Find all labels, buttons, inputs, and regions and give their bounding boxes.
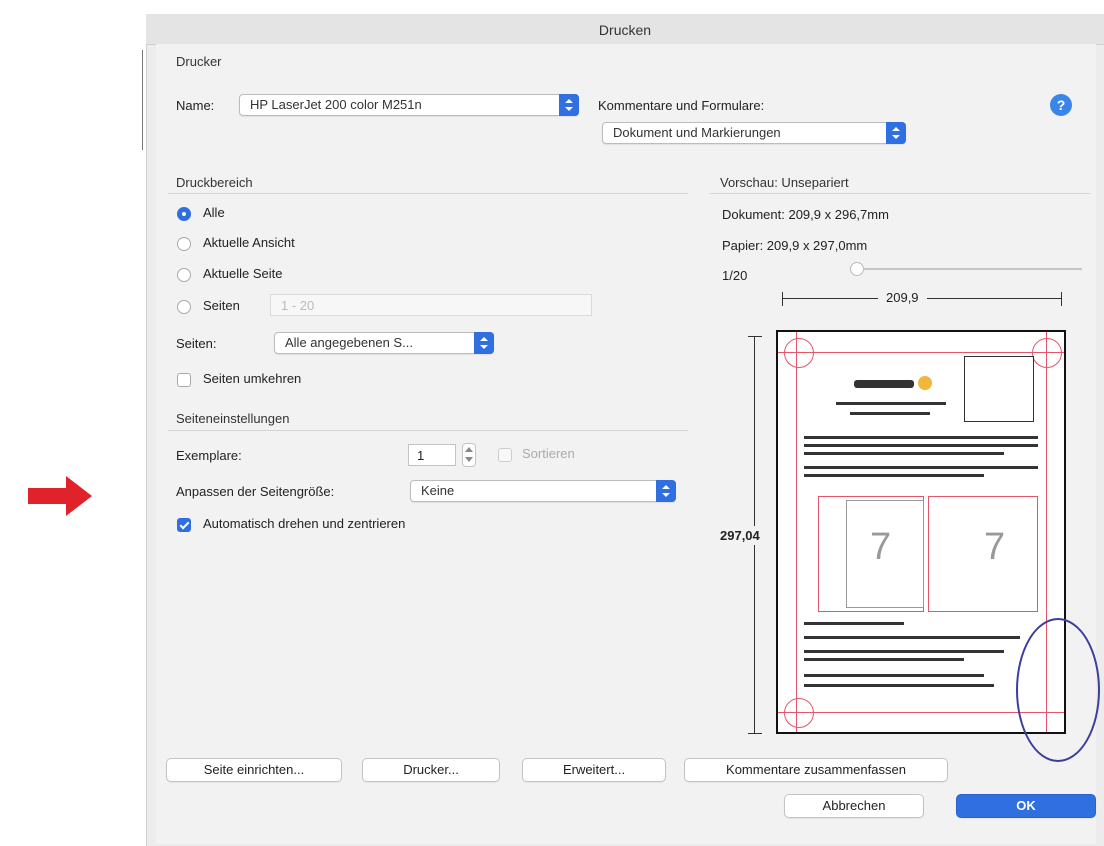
radio-current-page[interactable] [177,268,191,282]
pages-range-value: 1 - 20 [281,298,315,313]
title-bar: Drucken [146,14,1104,45]
logo-box [964,356,1034,422]
text-line [850,412,930,415]
autorotate-label: Automatisch drehen und zentrieren [203,516,406,531]
comments-forms-popup[interactable]: Dokument und Markierungen [602,122,906,144]
radio-pages[interactable] [177,300,191,314]
copies-input[interactable]: 1 [408,444,456,466]
radio-current-view[interactable] [177,237,191,251]
text-line [804,658,964,661]
page-number-left: 7 [870,526,892,568]
ok-button[interactable]: OK [956,794,1096,818]
text-line [804,684,994,687]
page-setup-title: Seiteneinstellungen [176,411,290,426]
corner-mark-icon [784,338,814,368]
print-range-title: Druckbereich [176,175,253,190]
radio-current-page-label: Aktuelle Seite [203,266,283,281]
comments-forms-label: Kommentare und Formulare: [598,98,765,113]
page-preview: 7 7 [776,330,1100,762]
document-size: Dokument: 209,9 x 296,7mm [722,207,889,222]
page-slider-thumb[interactable] [850,262,864,276]
reverse-pages-label: Seiten umkehren [203,371,302,386]
summarize-comments-button[interactable]: Kommentare zusammenfassen [684,758,948,782]
cancel-button[interactable]: Abbrechen [784,794,924,818]
decor-arc [1016,618,1100,762]
page-subset-popup[interactable]: Alle angegebenen S... [274,332,494,354]
card-right [928,496,1038,612]
radio-pages-label: Seiten [203,298,240,313]
text-line [804,452,1004,455]
printer-name-popup[interactable]: HP LaserJet 200 color M251n [239,94,579,116]
reverse-pages-checkbox[interactable] [177,373,191,387]
page-indicator: 1/20 [722,268,748,283]
heading-scribble [854,380,914,388]
width-dim-right-tick [1061,292,1062,306]
printer-section-title: Drucker [176,54,222,69]
scaling-value: Keine [421,483,455,498]
height-dimension-label: 297,04 [720,526,760,545]
width-dimension-label: 209,9 [878,290,927,305]
text-line [804,650,1004,653]
page-subset-value: Alle angegebenen S... [285,335,413,350]
pages-range-input[interactable]: 1 - 20 [270,294,592,316]
scaling-label: Anpassen der Seitengröße: [176,484,335,499]
printer-name-value: HP LaserJet 200 color M251n [250,97,422,112]
height-dim-top-tick [748,336,762,337]
print-range-divider [168,193,688,194]
text-line [804,674,984,677]
sun-icon [918,376,932,390]
advanced-button[interactable]: Erweitert... [522,758,666,782]
popup-arrows-icon [474,332,494,354]
radio-all-label: Alle [203,205,225,220]
copies-stepper[interactable] [462,443,476,467]
popup-arrows-icon [886,122,906,144]
text-line [804,622,904,625]
popup-arrows-icon [559,94,579,116]
preview-title: Vorschau: Unsepariert [720,175,849,190]
window-title: Drucken [598,22,652,38]
copies-value: 1 [417,448,425,463]
printer-name-label: Name: [176,98,215,113]
collate-label: Sortieren [522,446,575,461]
scaling-popup[interactable]: Keine [410,480,676,502]
page-number-right: 7 [984,526,1006,568]
annotation-arrow-icon [28,476,92,516]
page-subset-label: Seiten: [176,336,217,351]
text-line [804,474,984,477]
corner-mark-icon [1032,338,1062,368]
width-dim-left-tick [782,292,783,306]
corner-mark-icon [784,698,814,728]
printer-button[interactable]: Drucker... [362,758,500,782]
text-line [804,636,1020,639]
radio-current-view-label: Aktuelle Ansicht [203,235,295,250]
text-line [804,436,1038,439]
text-line [804,444,1038,447]
height-dim-bottom-tick [748,733,762,734]
bleed-line-top [778,352,1064,353]
comments-forms-value: Dokument und Markierungen [613,125,781,140]
copies-label: Exemplare: [176,448,242,463]
preview-divider [710,193,1090,194]
help-icon[interactable]: ? [1050,94,1072,116]
paper-size: Papier: 209,9 x 297,0mm [722,238,868,253]
popup-arrows-icon [656,480,676,502]
stepper-down-icon [465,457,473,462]
text-line [836,402,946,405]
stepper-up-icon [465,447,473,452]
page-setup-button[interactable]: Seite einrichten... [166,758,342,782]
bleed-line-left [796,332,797,732]
collate-checkbox[interactable] [498,448,512,462]
radio-all[interactable] [177,207,191,221]
text-line [804,466,1038,469]
page-slider-track[interactable] [864,268,1082,270]
autorotate-checkbox[interactable] [177,518,191,532]
page-setup-divider [168,430,688,431]
